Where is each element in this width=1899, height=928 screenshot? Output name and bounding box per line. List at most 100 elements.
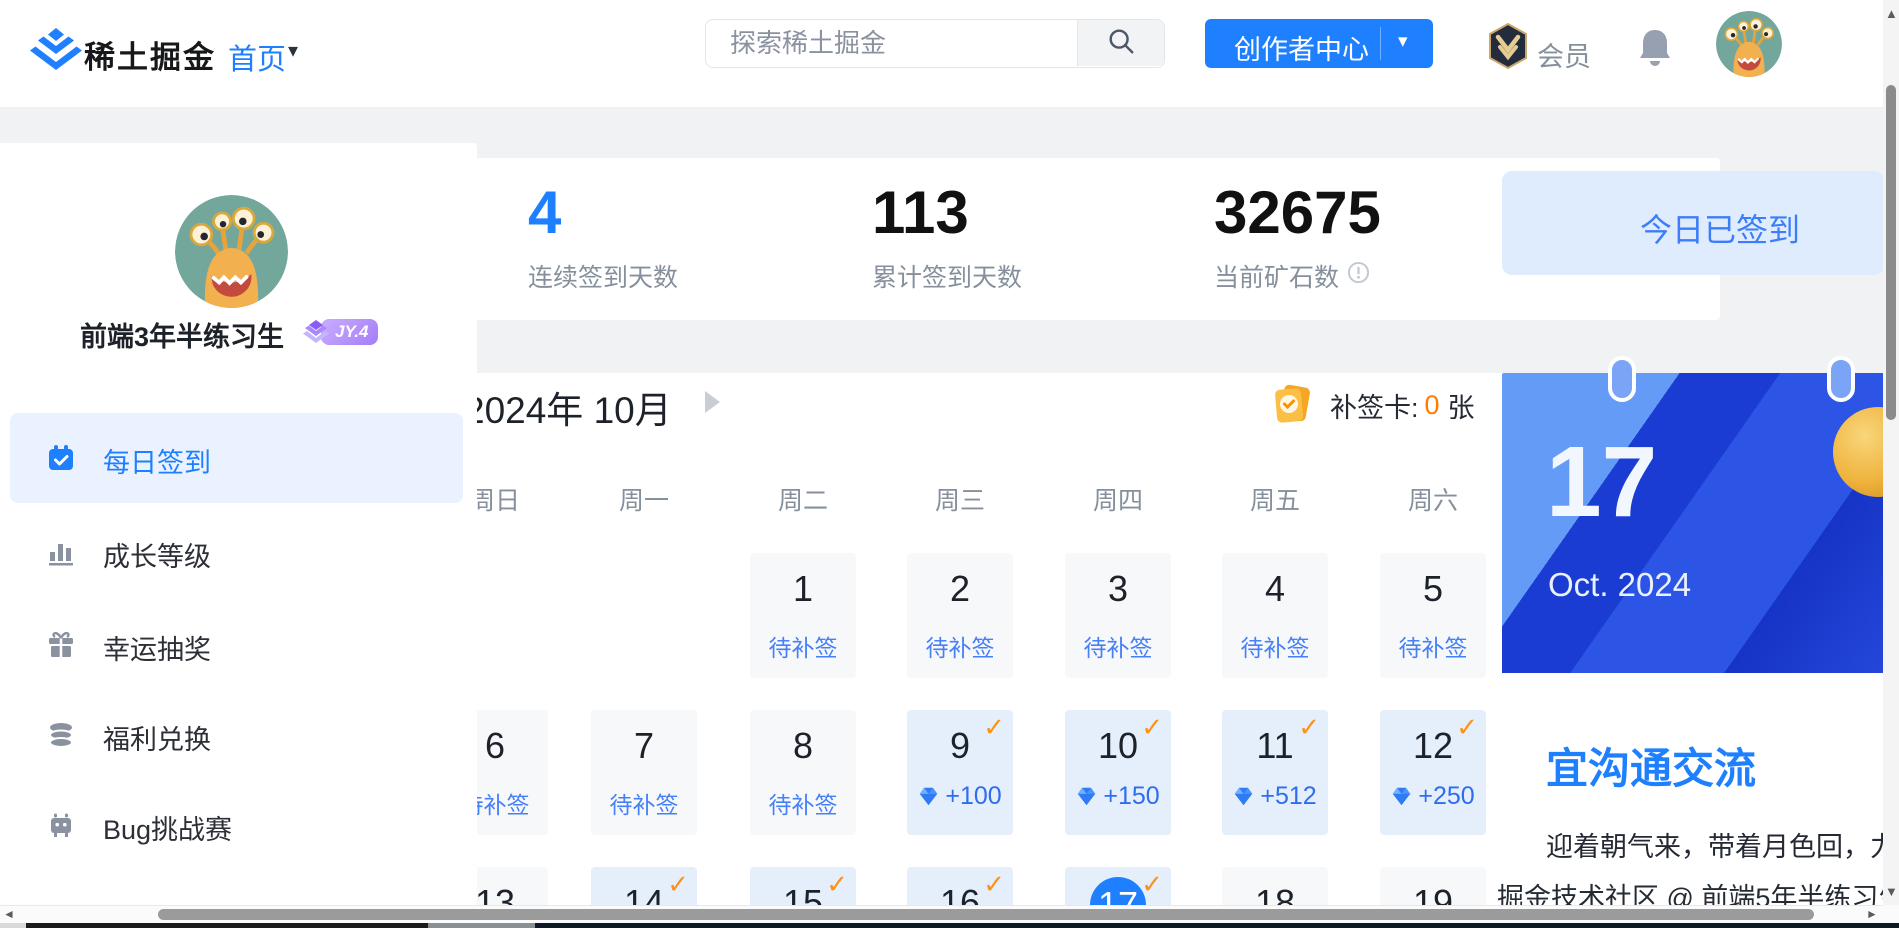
next-month-arrow-icon[interactable] xyxy=(705,391,720,413)
stat-value: 32675 xyxy=(1214,180,1381,246)
today-signed-label: 今日已签到 xyxy=(1640,205,1800,251)
ore-reward: +250 xyxy=(1380,782,1486,811)
vertical-scrollbar-thumb[interactable] xyxy=(1886,85,1896,420)
stat-item: 4连续签到天数 xyxy=(528,180,678,294)
sidebar-item-label: Bug挑战赛 xyxy=(103,808,232,847)
notification-bell-icon[interactable] xyxy=(1637,27,1673,69)
ore-reward-value: +250 xyxy=(1418,782,1474,811)
sidebar-username[interactable]: 前端3年半练习生 xyxy=(80,315,284,354)
ore-reward-value: +100 xyxy=(945,782,1001,811)
scroll-up-arrow-icon[interactable]: ▲ xyxy=(1885,6,1898,21)
sidebar-item-label: 幸运抽奖 xyxy=(103,628,211,667)
makeup-card-unit: 张 xyxy=(1448,386,1475,425)
ore-gem-icon xyxy=(1391,786,1412,807)
calendar-day-cell[interactable]: 12✓+250 xyxy=(1380,710,1486,835)
calendar-day-cell[interactable]: 8待补签 xyxy=(750,710,856,835)
juejin-logo-icon[interactable] xyxy=(30,26,82,80)
makeup-pending-label: 待补签 xyxy=(1222,629,1328,663)
calendar-day-cell[interactable]: 11✓+512 xyxy=(1222,710,1328,835)
search-icon xyxy=(1106,26,1136,61)
member-badge-icon xyxy=(1487,23,1529,74)
scroll-right-arrow-icon[interactable]: ► xyxy=(1866,907,1878,921)
taskbar-segment xyxy=(535,923,1899,928)
sidebar-user-avatar[interactable] xyxy=(175,195,288,308)
taskbar-segment xyxy=(428,923,535,928)
ore-reward: +512 xyxy=(1222,782,1328,811)
chevron-down-icon: ▾ xyxy=(288,38,298,63)
sidebar-item-level[interactable]: 成长等级 xyxy=(10,507,463,597)
scrollbar-corner xyxy=(1883,905,1899,923)
day-number: 4 xyxy=(1222,569,1328,609)
creator-center-label: 创作者中心 xyxy=(1234,28,1369,67)
today-signed-button[interactable]: 今日已签到 xyxy=(1502,171,1884,275)
weekday-label: 周四 xyxy=(1093,481,1143,517)
horizontal-scrollbar-thumb[interactable] xyxy=(158,909,1814,920)
check-icon: ✓ xyxy=(667,869,689,900)
calendar-day-cell[interactable]: 10✓+150 xyxy=(1065,710,1171,835)
day-number: 5 xyxy=(1380,569,1486,609)
check-icon: ✓ xyxy=(1141,869,1163,900)
brand-title[interactable]: 稀土掘金 xyxy=(84,32,216,77)
sidebar-item-lottery[interactable]: 幸运抽奖 xyxy=(10,600,463,690)
search-button[interactable] xyxy=(1077,20,1164,66)
check-icon: ✓ xyxy=(1456,712,1478,743)
creator-center-button[interactable]: 创作者中心 ▾ xyxy=(1205,19,1433,68)
ore-gem-icon xyxy=(918,786,939,807)
calendar-day-cell[interactable]: 2待补签 xyxy=(907,553,1013,678)
chevron-down-icon[interactable]: ▾ xyxy=(1398,30,1408,53)
weekday-label: 周一 xyxy=(619,481,669,517)
calendar-day-cell[interactable]: 9✓+100 xyxy=(907,710,1013,835)
scroll-left-arrow-icon[interactable]: ◄ xyxy=(3,907,15,921)
sidebar-item-bug[interactable]: Bug挑战赛 xyxy=(10,780,463,870)
day-number: 2 xyxy=(907,569,1013,609)
makeup-pending-label: 待补签 xyxy=(750,629,856,663)
user-level-badge: JY.4 xyxy=(303,319,378,345)
ore-reward: +150 xyxy=(1065,782,1171,811)
coins-icon xyxy=(47,721,75,749)
check-icon: ✓ xyxy=(1298,712,1320,743)
stat-label: 累计签到天数 xyxy=(872,258,1022,294)
stat-item: 113 累计签到天数 xyxy=(872,180,1022,294)
vertical-scrollbar[interactable]: ▲ ▼ xyxy=(1883,0,1899,905)
member-label: 会员 xyxy=(1537,35,1591,74)
user-avatar[interactable] xyxy=(1716,11,1782,77)
horizontal-scrollbar[interactable]: ◄ ► xyxy=(0,905,1883,923)
ore-reward-value: +150 xyxy=(1103,782,1159,811)
search-input[interactable] xyxy=(706,20,1114,66)
gold-ball-decoration xyxy=(1833,407,1884,497)
calendar-check-icon xyxy=(47,444,75,472)
quote-card-cover: 17 Oct. 2024 xyxy=(1502,373,1884,673)
navbar: 稀土掘金 首页 ▾ 创作者中心 ▾ 会员 xyxy=(0,0,1899,108)
calendar-day-cell[interactable]: 5待补签 xyxy=(1380,553,1486,678)
nav-home-link[interactable]: 首页 xyxy=(228,36,286,78)
info-circle-icon[interactable] xyxy=(1347,261,1370,291)
calendar-day-cell[interactable]: 4 待补签 xyxy=(1222,553,1328,678)
daily-quote-card[interactable]: 17 Oct. 2024 宜沟通交流 迎着朝气来，带着月色回，力 xyxy=(1502,373,1884,910)
makeup-pending-label: 待补签 xyxy=(1065,629,1171,663)
makeup-card-label: 补签卡: xyxy=(1330,386,1419,425)
quote-card-text: 迎着朝气来，带着月色回，力 xyxy=(1546,825,1884,864)
weekday-label: 周三 xyxy=(935,481,985,517)
card-pin-decoration xyxy=(1827,356,1855,402)
sidebar: 前端3年半练习生 JY.4 每日签到成长等级幸运抽奖福利兑换 Bug挑战赛 xyxy=(0,143,477,905)
level-gem-icon xyxy=(303,320,329,344)
day-number: 3 xyxy=(1065,569,1171,609)
member-entry[interactable]: 会员 xyxy=(1487,23,1597,71)
card-pin-decoration xyxy=(1608,356,1636,402)
weekday-label: 周日 xyxy=(470,481,520,517)
level-badge-label: JY.4 xyxy=(321,319,378,345)
sidebar-item-signin[interactable]: 每日签到 xyxy=(10,413,463,503)
weekday-label: 周六 xyxy=(1408,481,1458,517)
stat-label: 连续签到天数 xyxy=(528,258,678,294)
sidebar-item-redeem[interactable]: 福利兑换 xyxy=(10,690,463,780)
stat-value: 113 xyxy=(872,180,1022,246)
day-number: 7 xyxy=(591,726,697,766)
calendar-day-cell[interactable]: 7 待补签 xyxy=(591,710,697,835)
stat-item: 32675当前矿石数 xyxy=(1214,180,1381,294)
calendar-day-cell[interactable]: 3 待补签 xyxy=(1065,553,1171,678)
check-icon: ✓ xyxy=(1141,712,1163,743)
calendar-day-cell[interactable]: 1待补签 xyxy=(750,553,856,678)
makeup-pending-label: 待补签 xyxy=(591,786,697,820)
scroll-down-arrow-icon[interactable]: ▼ xyxy=(1885,884,1898,899)
makeup-pending-label: 待补签 xyxy=(750,786,856,820)
